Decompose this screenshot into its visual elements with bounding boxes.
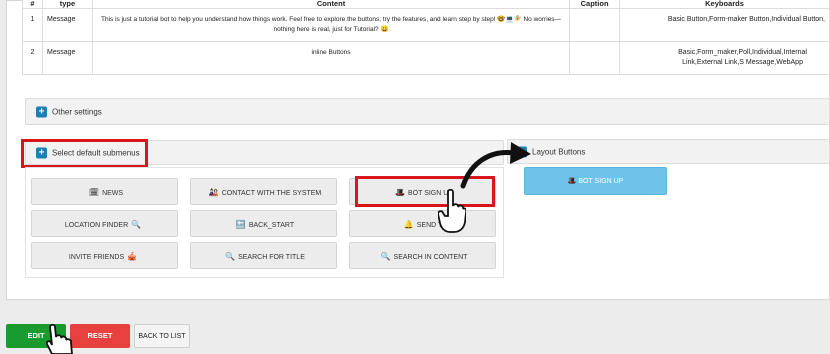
header-type: type [41,0,93,9]
table-row[interactable]: 2 Message inline Buttons Basic,Form_make… [22,41,830,75]
page: # type Content Caption Keyboards 1 Messa… [0,0,830,354]
cell-content: This is just a tutorial bot to help you … [91,8,571,42]
plus-icon: + [36,106,47,117]
layout-buttons-accordion[interactable]: + Layout Buttons [507,139,830,164]
button-label: NEWS [102,190,124,197]
highlight-box [21,139,148,168]
submenu-button[interactable]: 🔙 BACK_START [190,210,337,237]
pointer-hand-icon [438,188,466,233]
table-header-row: # type Content Caption Keyboards [22,0,830,9]
table-row[interactable]: 1 Message This is just a tutorial bot to… [22,8,830,42]
messages-table: # type Content Caption Keyboards 1 Messa… [22,0,830,75]
other-settings-label: Other settings [52,107,102,116]
submenu-button[interactable]: 🔔 SEND TI [349,210,496,237]
submenu-button[interactable]: 🎎 CONTACT WITH THE SYSTEM [190,178,337,205]
button-icon: 🗓 [88,188,100,197]
button-label: LOCATION FINDER [64,222,129,229]
header-caption: Caption [569,0,621,9]
layout-bot-sign-up-button[interactable]: 🎩 BOT SIGN UP [524,167,667,195]
layout-button-label: BOT SIGN UP [578,178,624,185]
top-hat-icon: 🎩 [567,178,577,185]
other-settings-accordion[interactable]: + Other settings [25,98,830,125]
button-icon: 🎪 [127,252,138,261]
cell-num: 2 [22,41,43,75]
header-keyboards: Keyboards [619,0,830,9]
cell-caption [569,41,621,75]
button-label: BACK_START [248,222,295,229]
cell-caption [569,8,621,42]
cell-num: 1 [22,8,43,42]
button-icon: 🔙 [235,220,246,229]
cell-content: inline Buttons [91,41,571,75]
cell-keyboards: Basic,Form_maker,Poll,Individual,Interna… [619,41,830,75]
header-content: Content [91,0,571,9]
layout-buttons-label: Layout Buttons [532,147,586,156]
submenu-button[interactable]: 🔍 SEARCH IN CONTENT [349,242,496,269]
button-label: CONTACT WITH THE SYSTEM [221,190,322,197]
button-label: SEARCH IN CONTENT [393,254,468,261]
curved-arrow-icon [460,142,531,189]
button-icon: 🔔 [403,220,414,229]
submenu-button[interactable]: 🗓 NEWS [31,178,178,205]
cell-type: Message [41,41,93,75]
pointer-hand-icon [45,323,73,354]
button-icon: 🔍 [380,252,391,261]
back-to-list-button[interactable]: BACK TO LIST [134,324,190,348]
cell-keyboards: Basic Button,Form-maker Button,Individua… [619,8,830,42]
button-label: INVITE FRIENDS [68,254,125,261]
submenu-button[interactable]: INVITE FRIENDS 🎪 [31,242,178,269]
button-icon: 🔍 [225,252,236,261]
button-icon: 🎎 [208,188,219,197]
cell-type: Message [41,8,93,42]
submenu-button[interactable]: 🔍 SEARCH FOR TITLE [190,242,337,269]
submenu-button[interactable]: LOCATION FINDER 🔍 [31,210,178,237]
header-num: # [22,0,43,9]
button-label: SEARCH FOR TITLE [238,254,305,261]
button-icon: 🔍 [131,220,142,229]
